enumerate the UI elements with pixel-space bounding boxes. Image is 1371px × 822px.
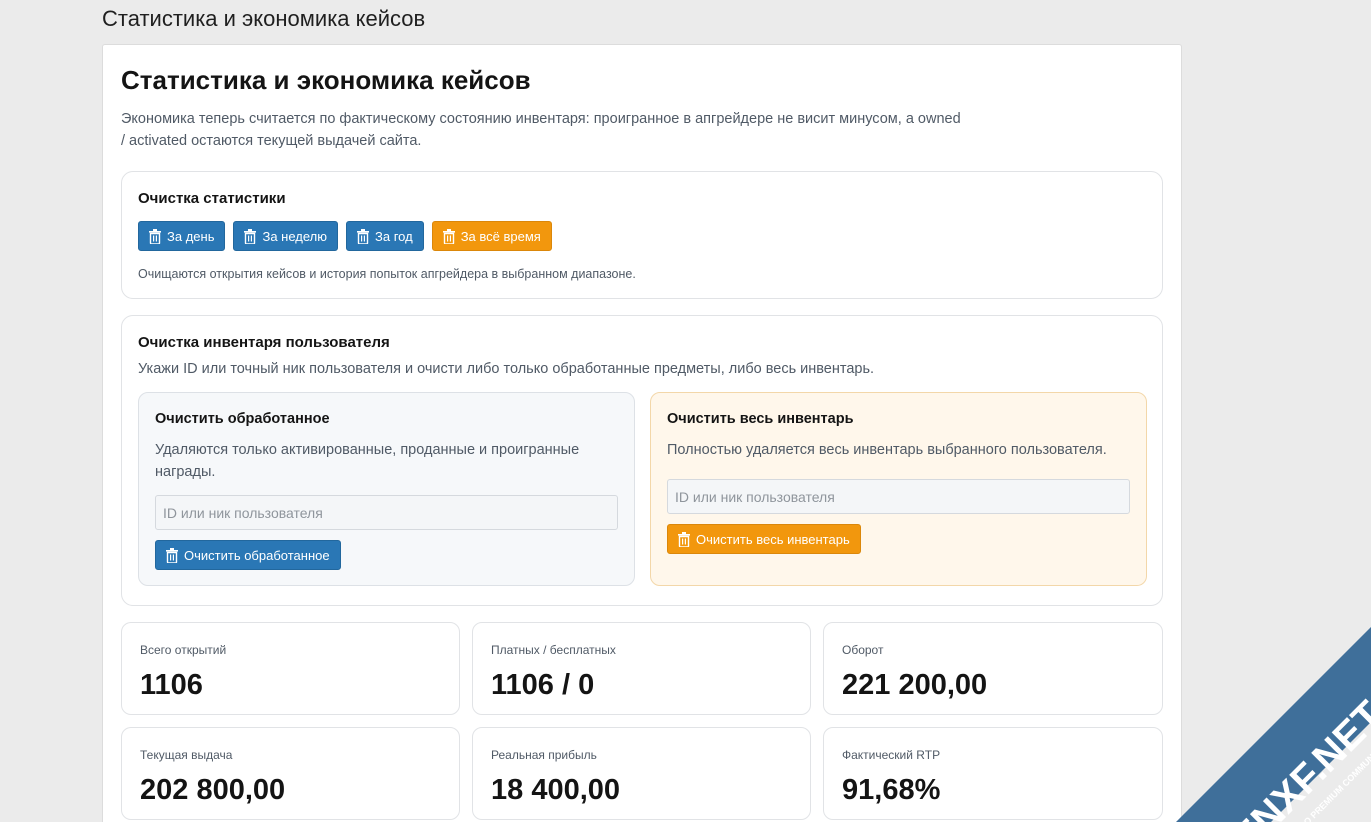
clean-all-title: Очистить весь инвентарь xyxy=(667,411,854,427)
stat-value: 1106 / 0 xyxy=(491,669,595,701)
stat-label: Всего открытий xyxy=(140,643,227,657)
clean-year-label: За год xyxy=(375,228,413,244)
clean-processed-label: Очистить обработанное xyxy=(184,547,330,563)
clean-stats-card: Очистка статистики За день За неделю За … xyxy=(121,171,1163,299)
clean-all-time-label: За всё время xyxy=(460,228,541,244)
trash-icon xyxy=(442,228,455,244)
clean-year-button[interactable]: За год xyxy=(346,221,424,251)
clean-week-button[interactable]: За неделю xyxy=(233,221,339,251)
stat-label: Реальная прибыль xyxy=(491,748,597,762)
stat-card: Фактический RTP 91,68% xyxy=(823,727,1163,820)
stat-label: Текущая выдача xyxy=(140,748,233,762)
clean-processed-button[interactable]: Очистить обработанное xyxy=(155,540,341,570)
clean-stats-title: Очистка статистики xyxy=(138,190,286,207)
trash-icon xyxy=(244,228,257,244)
watermark-ribbon: ENXF.NET XENFORO PREMIUM COMMUNITY xyxy=(1176,627,1371,822)
clean-processed-description: Удаляются только активированные, проданн… xyxy=(155,442,580,480)
stat-value: 1106 xyxy=(140,669,203,701)
trash-icon xyxy=(357,228,370,244)
stat-value: 202 800,00 xyxy=(140,774,286,806)
stat-value: 221 200,00 xyxy=(842,669,988,701)
stats-panel: Статистика и экономика кейсов Экономика … xyxy=(102,44,1182,822)
clean-stats-hint: Очищаются открытия кейсов и история попы… xyxy=(138,267,636,281)
stats-grid: Всего открытий 1106 Платных / бесплатных… xyxy=(121,622,1163,820)
stat-label: Платных / бесплатных xyxy=(491,643,616,657)
trash-icon xyxy=(166,547,178,563)
panel-description: Экономика теперь считается по фактическо… xyxy=(121,111,961,149)
stat-card: Всего открытий 1106 xyxy=(121,622,460,715)
processed-user-input[interactable] xyxy=(155,495,618,530)
stat-value: 91,68% xyxy=(842,774,941,806)
page-heading: Статистика и экономика кейсов xyxy=(102,6,426,31)
clean-day-label: За день xyxy=(167,228,215,244)
stat-value: 18 400,00 xyxy=(491,774,621,806)
stat-card: Оборот 221 200,00 xyxy=(823,622,1163,715)
clean-inventory-title: Очистка инвентаря пользователя xyxy=(138,334,390,351)
stat-label: Оборот xyxy=(842,643,884,657)
clean-day-button[interactable]: За день xyxy=(138,221,226,251)
stat-card: Реальная прибыль 18 400,00 xyxy=(472,727,811,820)
trash-icon xyxy=(678,531,690,547)
stat-card: Платных / бесплатных 1106 / 0 xyxy=(472,622,811,715)
stat-label: Фактический RTP xyxy=(842,748,941,762)
clean-all-inventory-button[interactable]: Очистить весь инвентарь xyxy=(667,524,861,554)
clean-inventory-description: Укажи ID или точный ник пользователя и о… xyxy=(138,361,875,377)
all-user-input[interactable] xyxy=(667,479,1130,514)
clean-all-description: Полностью удаляется весь инвентарь выбра… xyxy=(667,442,1107,458)
clean-inventory-options: Очистить обработанное Удаляются только а… xyxy=(138,392,1147,586)
clean-stats-buttons: За день За неделю За год За всё время xyxy=(138,221,1146,251)
stat-card: Текущая выдача 202 800,00 xyxy=(121,727,460,820)
trash-icon xyxy=(149,228,161,244)
clean-inventory-card: Очистка инвентаря пользователя Укажи ID … xyxy=(121,315,1163,606)
clean-processed-title: Очистить обработанное xyxy=(155,411,330,427)
panel-title: Статистика и экономика кейсов xyxy=(121,65,531,95)
watermark: ENXF.NET XENFORO PREMIUM COMMUNITY xyxy=(1121,572,1371,822)
clean-all-inventory-label: Очистить весь инвентарь xyxy=(696,531,850,547)
clean-processed-card: Очистить обработанное Удаляются только а… xyxy=(138,392,635,586)
clean-all-card: Очистить весь инвентарь Полностью удаляе… xyxy=(650,392,1147,586)
clean-all-time-button[interactable]: За всё время xyxy=(431,221,552,251)
clean-week-label: За неделю xyxy=(262,228,328,244)
